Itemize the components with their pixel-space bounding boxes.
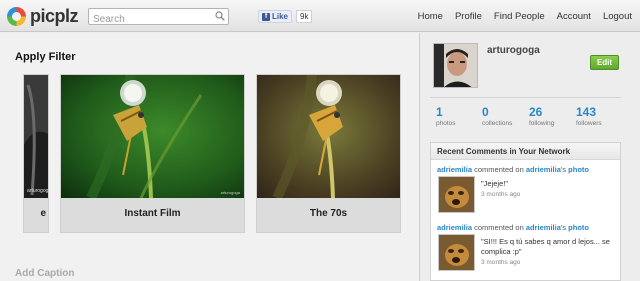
filter-panel: Apply Filter arturogoga e bbox=[0, 33, 420, 281]
insect-on-flower-photo bbox=[257, 75, 400, 198]
photo-link[interactable]: photo bbox=[568, 165, 589, 174]
dog-photo bbox=[439, 177, 474, 212]
edit-profile-button[interactable]: Edit bbox=[590, 55, 619, 70]
possessive: 's bbox=[560, 165, 567, 174]
stat-following[interactable]: 26 following bbox=[529, 105, 576, 127]
search-input[interactable] bbox=[89, 12, 209, 27]
picplz-logo-icon bbox=[7, 7, 26, 26]
like-label: Like bbox=[272, 12, 289, 21]
stat-collections[interactable]: 0 collections bbox=[482, 105, 529, 127]
profile-summary: arturogoga Edit bbox=[430, 43, 621, 93]
stat-label: following bbox=[529, 120, 555, 127]
filter-label: Instant Film bbox=[124, 208, 181, 219]
comment-photo-thumbnail[interactable] bbox=[438, 234, 475, 271]
divider bbox=[430, 97, 621, 98]
logo-text: picplz bbox=[30, 6, 79, 26]
stat-followers[interactable]: 143 followers bbox=[576, 105, 602, 127]
search-box[interactable] bbox=[88, 8, 229, 27]
comment-verb: commented on bbox=[474, 165, 524, 174]
comment-header: adriemilia commented on adriemilia's pho… bbox=[437, 223, 589, 232]
like-count: 9k bbox=[296, 10, 313, 23]
photo-link[interactable]: photo bbox=[568, 223, 589, 232]
add-caption-heading[interactable]: Add Caption bbox=[15, 268, 74, 279]
commenter-link[interactable]: adriemilia bbox=[437, 223, 472, 232]
search-icon[interactable] bbox=[215, 11, 225, 21]
filter-label: The 70s bbox=[309, 208, 348, 219]
photo-watermark: arturogoga bbox=[27, 188, 48, 194]
stat-value: 0 bbox=[482, 105, 489, 119]
possessive: 's bbox=[560, 223, 567, 232]
filter-label: e bbox=[40, 208, 46, 219]
comment-verb: commented on bbox=[474, 223, 524, 232]
comment-timestamp: 3 months ago bbox=[481, 191, 521, 198]
filter-card[interactable]: arturogoga e bbox=[23, 74, 49, 233]
filter-preview-image bbox=[257, 75, 400, 198]
page-title: Apply Filter bbox=[15, 51, 76, 63]
comment-photo-thumbnail[interactable] bbox=[438, 176, 475, 213]
username[interactable]: arturogoga bbox=[487, 45, 540, 56]
stat-value: 1 bbox=[436, 105, 443, 119]
nav-profile[interactable]: Profile bbox=[455, 11, 482, 22]
dog-photo bbox=[439, 235, 474, 270]
top-bar: picplz f Like 9k Home Profile Find Peopl… bbox=[0, 0, 640, 32]
stat-value: 143 bbox=[576, 105, 597, 119]
logo[interactable]: picplz bbox=[7, 6, 79, 27]
commenter-link[interactable]: adriemilia bbox=[437, 165, 472, 174]
stat-label: collections bbox=[482, 120, 513, 127]
recent-comments-panel: Recent Comments in Your Network adriemil… bbox=[430, 142, 621, 281]
avatar[interactable] bbox=[433, 43, 478, 88]
filter-card-instant-film[interactable]: arturogoga Instant Film bbox=[60, 74, 245, 233]
avatar-photo bbox=[434, 44, 477, 87]
nav-account[interactable]: Account bbox=[557, 11, 591, 22]
photo-owner-link[interactable]: adriemilia bbox=[526, 165, 561, 174]
comment-text: "SI!!! Es q tú sabes q amor d lejos... s… bbox=[481, 237, 610, 256]
stat-photos[interactable]: 1 photos bbox=[436, 105, 482, 127]
facebook-like-button[interactable]: f Like bbox=[258, 10, 293, 23]
filter-preview-image: arturogoga bbox=[61, 75, 244, 198]
comment-timestamp: 3 months ago bbox=[481, 259, 521, 266]
photo-watermark: arturogoga bbox=[220, 190, 240, 195]
nav-home[interactable]: Home bbox=[418, 11, 443, 22]
facebook-icon: f bbox=[262, 12, 270, 21]
grayscale-photo bbox=[24, 75, 48, 198]
nav-find-people[interactable]: Find People bbox=[494, 11, 545, 22]
filter-preview-image: arturogoga bbox=[24, 75, 48, 198]
filter-card-the-70s[interactable]: The 70s bbox=[256, 74, 401, 233]
comment-item: adriemilia commented on adriemilia's pho… bbox=[431, 218, 620, 276]
stat-value: 26 bbox=[529, 105, 543, 119]
comment-item: adriemilia commented on adriemilia's pho… bbox=[431, 160, 620, 218]
sidebar: arturogoga Edit 1 photos 0 collections 2… bbox=[430, 43, 621, 281]
nav-logout[interactable]: Logout bbox=[603, 11, 632, 22]
profile-stats: 1 photos 0 collections 26 following 143 … bbox=[430, 105, 621, 127]
comment-header: adriemilia commented on adriemilia's pho… bbox=[437, 165, 589, 174]
facebook-like: f Like 9k bbox=[258, 10, 313, 23]
insect-on-flower-photo bbox=[61, 75, 244, 198]
comment-text: "Jejeje!" bbox=[481, 179, 509, 188]
stat-label: photos bbox=[436, 120, 456, 127]
photo-owner-link[interactable]: adriemilia bbox=[526, 223, 561, 232]
main-nav: Home Profile Find People Account Logout bbox=[418, 11, 632, 22]
stat-label: followers bbox=[576, 120, 602, 127]
comments-heading: Recent Comments in Your Network bbox=[431, 143, 620, 160]
